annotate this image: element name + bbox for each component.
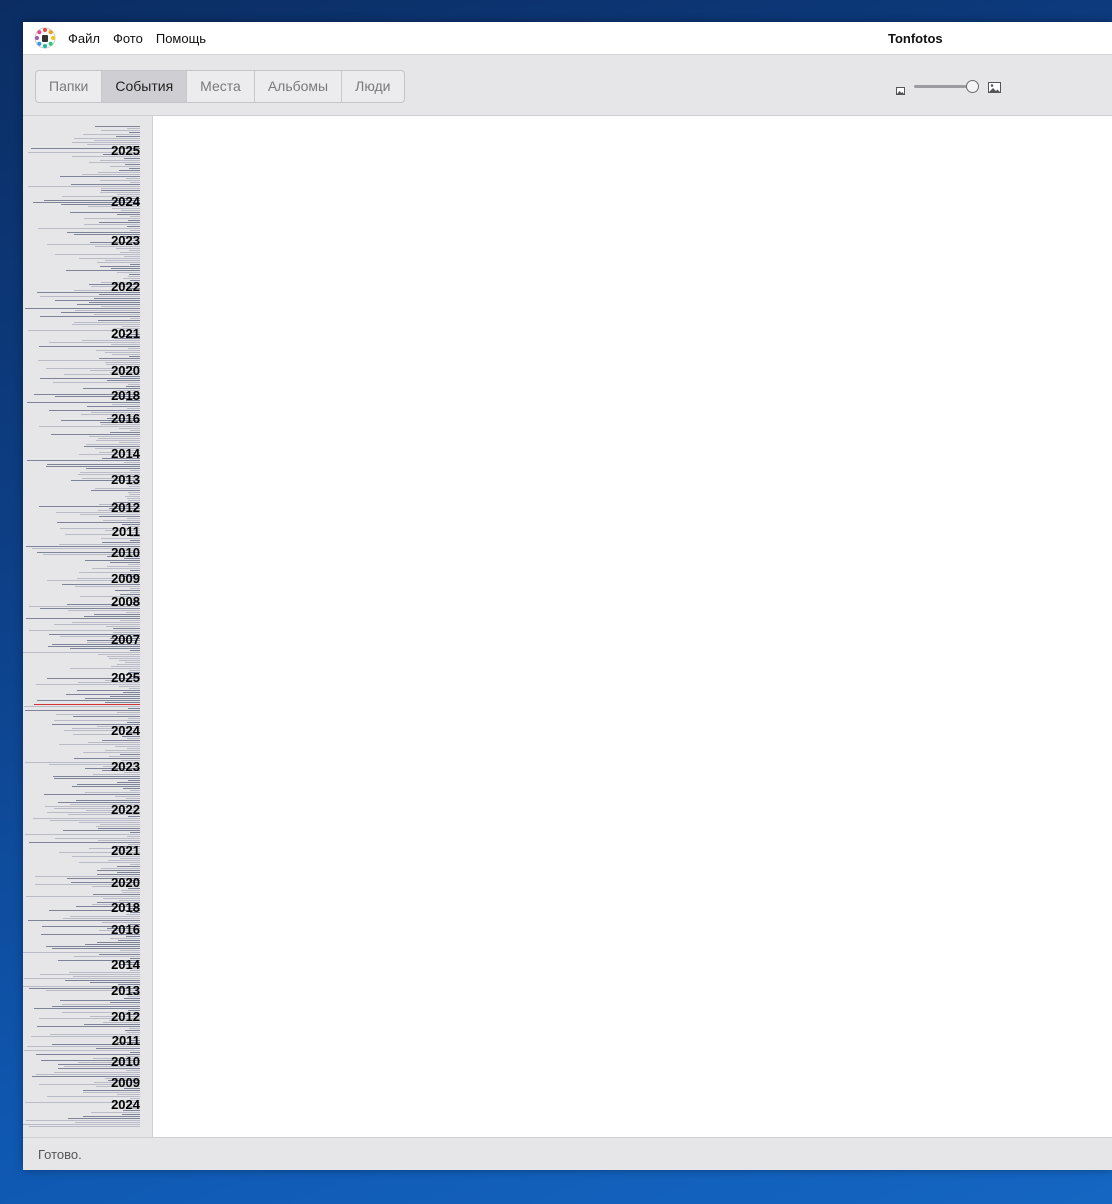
timeline-year-label[interactable]: 2010	[111, 546, 140, 559]
timeline-year-label[interactable]: 2018	[111, 901, 140, 914]
timeline-year-label[interactable]: 2013	[111, 984, 140, 997]
menu-item-1[interactable]: Файл	[68, 31, 100, 46]
view-tabs: Папки События Места Альбомы Люди	[35, 70, 405, 103]
timeline-year-label[interactable]: 2012	[111, 501, 140, 514]
window-title: Tonfotos	[888, 31, 943, 46]
timeline-year-label[interactable]: 2020	[111, 876, 140, 889]
menu-bar: Файл Фото Помощь	[68, 22, 219, 54]
zoom-slider[interactable]	[896, 79, 1006, 95]
timeline-year-label[interactable]: 2007	[111, 633, 140, 646]
timeline-year-label[interactable]: 2011	[112, 1034, 140, 1047]
timeline-year-label[interactable]: 2025	[111, 144, 140, 157]
timeline-year-label[interactable]: 2012	[111, 1010, 140, 1023]
zoom-track[interactable]	[914, 85, 974, 88]
tab-1[interactable]: Папки	[36, 71, 103, 102]
timeline-year-label[interactable]: 2025	[111, 671, 140, 684]
timeline-year-label[interactable]: 2023	[111, 234, 140, 247]
events-content-area[interactable]	[153, 116, 1112, 1137]
menu-item-3[interactable]: Помощь	[156, 31, 206, 46]
timeline-year-label[interactable]: 2021	[111, 327, 140, 340]
image-small-icon	[896, 82, 905, 95]
timeline-year-label[interactable]: 2008	[111, 595, 140, 608]
status-bar: Готово.	[23, 1137, 1112, 1170]
timeline-year-label[interactable]: 2011	[112, 525, 140, 538]
timeline-year-label[interactable]: 2009	[111, 572, 140, 585]
tab-3[interactable]: Места	[187, 71, 255, 102]
tab-5[interactable]: Люди	[342, 71, 403, 102]
timeline-year-label[interactable]: 2009	[111, 1076, 140, 1089]
timeline-year-label[interactable]: 2024	[111, 195, 140, 208]
timeline-year-label[interactable]: 2014	[111, 447, 140, 460]
timeline-year-label[interactable]: 2023	[111, 760, 140, 773]
timeline-year-label[interactable]: 2016	[111, 923, 140, 936]
timeline-year-label[interactable]: 2014	[111, 958, 140, 971]
timeline-year-label[interactable]: 2024	[111, 724, 140, 737]
timeline-year-label[interactable]: 2024	[111, 1098, 140, 1111]
timeline-year-label[interactable]: 2018	[111, 389, 140, 402]
timeline-year-label[interactable]: 2021	[111, 844, 140, 857]
menu-item-2[interactable]: Фото	[113, 31, 143, 46]
app-window: Файл Фото Помощь Tonfotos Папки События Мест…	[23, 22, 1112, 1170]
tab-2[interactable]: События	[102, 71, 188, 102]
zoom-thumb[interactable]	[966, 80, 979, 93]
timeline-year-label[interactable]: 2022	[111, 280, 140, 293]
timeline-year-label[interactable]: 2016	[111, 412, 140, 425]
timeline-year-label[interactable]: 2013	[111, 473, 140, 486]
status-text: Готово.	[38, 1147, 82, 1162]
tonfotos-logo-icon[interactable]	[34, 27, 56, 49]
toolbar: Папки События Места Альбомы Люди	[23, 55, 1112, 116]
timeline-year-label[interactable]: 2020	[111, 364, 140, 377]
timeline-scrubber[interactable]: 2025 2024 2023 2022 2021 2020 2018 2016 2014 2013…	[23, 116, 153, 1137]
tab-4[interactable]: Альбомы	[255, 71, 343, 102]
image-large-icon	[988, 80, 1001, 93]
title-bar: Файл Фото Помощь Tonfotos	[23, 22, 1112, 55]
timeline-year-label[interactable]: 2022	[111, 803, 140, 816]
timeline-year-label[interactable]: 2010	[111, 1055, 140, 1068]
